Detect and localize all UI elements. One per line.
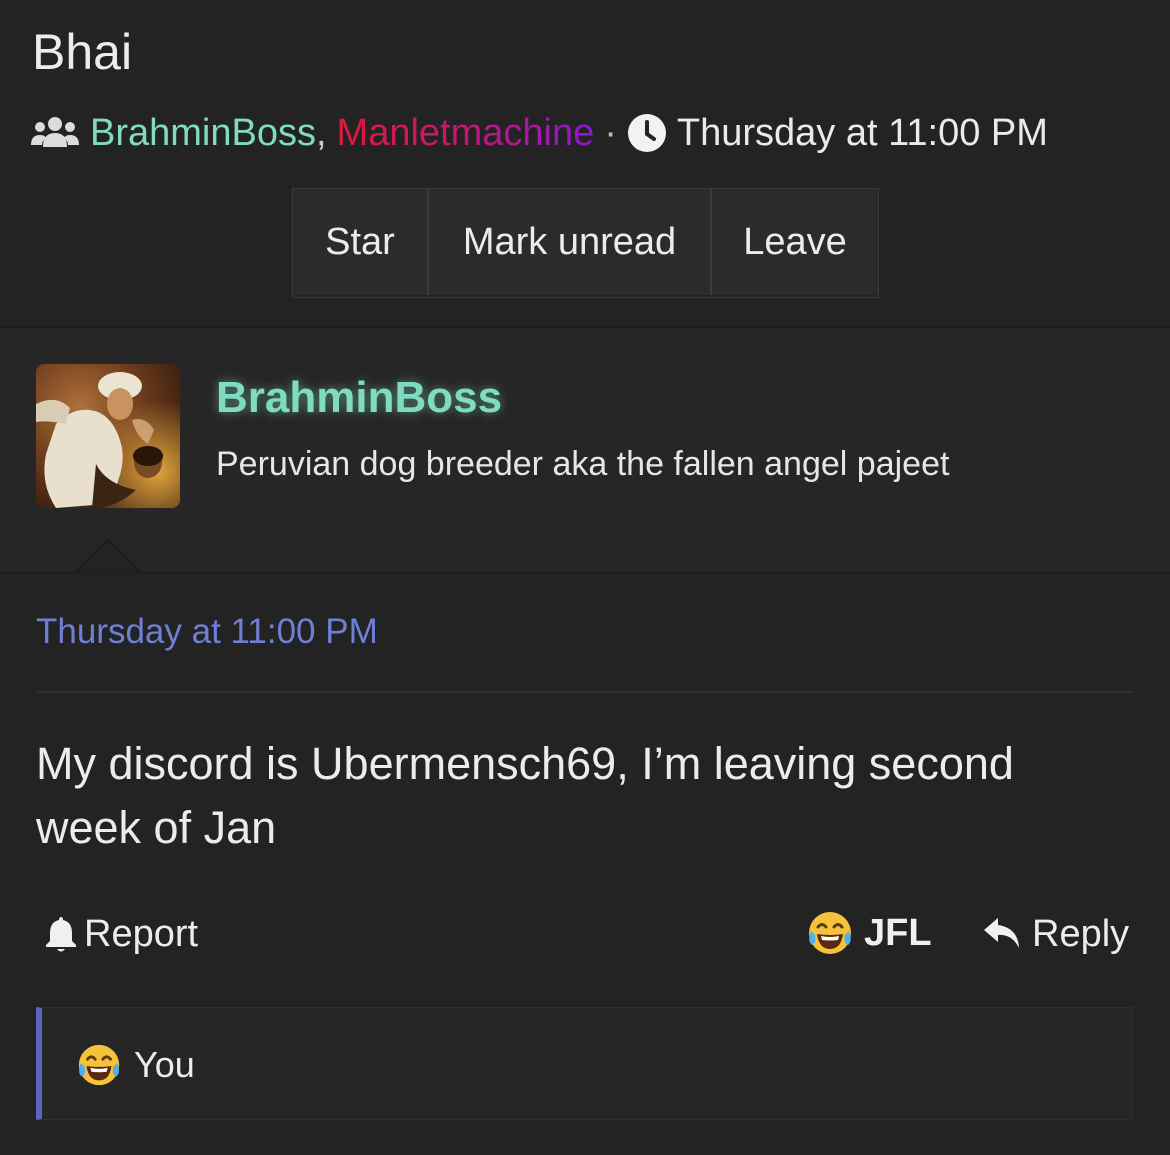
reaction-label: JFL (864, 911, 932, 954)
star-button[interactable]: Star (293, 189, 429, 295)
laughing-tears-emoji-icon (809, 912, 851, 954)
reply-icon (984, 918, 1019, 948)
avatar[interactable] (36, 364, 180, 508)
conversation-title: Bhai (32, 24, 133, 80)
bell-icon (46, 917, 76, 952)
leave-button[interactable]: Leave (712, 189, 878, 295)
participant-link-2[interactable]: Manletmachine (337, 112, 595, 155)
reactions-user[interactable]: You (134, 1040, 195, 1090)
conversation-date[interactable]: Thursday at 11:00 PM (677, 112, 1048, 155)
message-author[interactable]: BrahminBoss (216, 370, 502, 426)
message-date[interactable]: Thursday at 11:00 PM (36, 608, 378, 656)
participant-link-1[interactable]: BrahminBoss (90, 112, 316, 155)
message-arrow-fill (76, 541, 140, 573)
reply-label: Reply (1032, 912, 1130, 955)
conversation-meta: BrahminBoss , Manletmachine · Thursday a… (30, 108, 1048, 158)
participant-separator: , (315, 111, 327, 154)
users-icon (31, 117, 79, 147)
reactions-bar[interactable]: You (36, 1007, 1133, 1120)
laughing-tears-emoji-icon (78, 1044, 120, 1086)
user-title: Peruvian dog breeder aka the fallen ange… (216, 445, 950, 483)
meta-dot: · (604, 111, 617, 154)
message-body: My discord is Ubermensch69, I’m leaving … (36, 738, 1014, 853)
report-label: Report (84, 912, 199, 955)
message-divider (36, 691, 1134, 693)
avatar-image (36, 364, 180, 508)
reaction-button[interactable]: JFL (806, 906, 932, 960)
clock-icon (627, 114, 666, 152)
mark-unread-button[interactable]: Mark unread (429, 189, 712, 295)
report-link[interactable]: Report (44, 908, 198, 960)
reply-button[interactable]: Reply (982, 908, 1129, 960)
conversation-actions: Star Mark unread Leave (292, 188, 879, 298)
